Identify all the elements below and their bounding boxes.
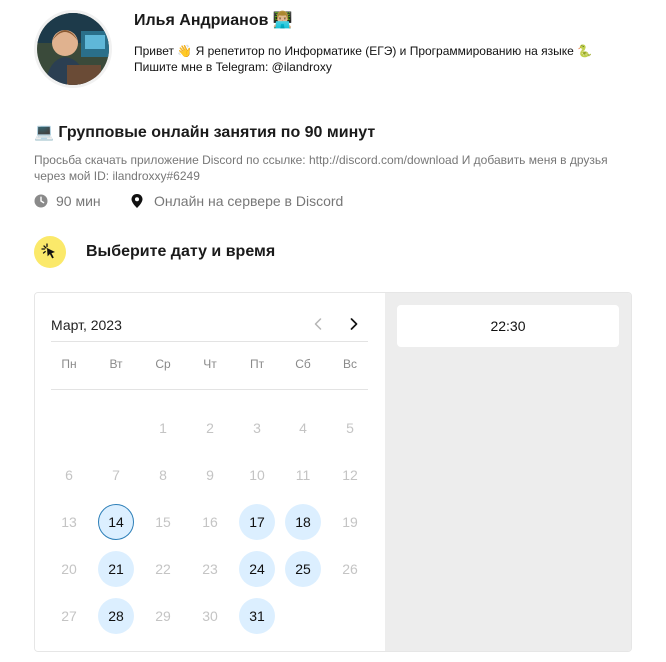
duration-text: 90 мин — [56, 193, 101, 209]
calendar-day-available[interactable]: 21 — [98, 551, 134, 587]
profile-bio: Привет 👋 Я репетитор по Информатике (ЕГЭ… — [134, 43, 592, 75]
calendar-day: 15 — [155, 514, 171, 530]
calendar-day-available[interactable]: 18 — [285, 504, 321, 540]
time-slots-panel: 22:30 — [385, 293, 631, 651]
calendar-day: 9 — [206, 467, 214, 483]
avatar — [34, 10, 112, 88]
calendar-day: 22 — [155, 561, 171, 577]
chevron-left-icon — [314, 318, 322, 330]
calendar-day-available[interactable]: 28 — [98, 598, 134, 634]
location-text: Онлайн на сервере в Discord — [154, 193, 344, 209]
calendar-day: 20 — [61, 561, 77, 577]
calendar: Март, 2023 Пн Вт Ср Чт Пт Сб Вс 1 2 3 4 5 6 7 8 9 10 11 12… — [35, 293, 386, 651]
event-description: Просьба скачать приложение Discord по сс… — [34, 153, 608, 183]
weekday-label: Пн — [61, 357, 77, 371]
location-pin-icon — [131, 194, 143, 208]
calendar-day: 23 — [202, 561, 218, 577]
calendar-day: 16 — [202, 514, 218, 530]
header-divider — [51, 341, 368, 342]
avatar-photo — [37, 13, 109, 85]
bio-line-2: Пишите мне в Telegram: @ilandroxy — [134, 60, 332, 74]
calendar-day: 5 — [346, 420, 354, 436]
picker-label: Выберите дату и время — [86, 243, 276, 260]
next-month-button[interactable] — [343, 313, 365, 335]
calendar-day: 1 — [159, 420, 167, 436]
time-slot-button[interactable]: 22:30 — [397, 305, 619, 347]
calendar-day: 13 — [61, 514, 77, 530]
profile-name: Илья Андрианов 👨🏼‍💻 — [134, 12, 293, 29]
calendar-day-available[interactable]: 31 — [239, 598, 275, 634]
calendar-day: 26 — [342, 561, 358, 577]
calendar-day: 12 — [342, 467, 358, 483]
calendar-day: 29 — [155, 608, 171, 624]
calendar-month-title: Март, 2023 — [51, 317, 122, 333]
event-location: Онлайн на сервере в Discord — [130, 193, 343, 209]
event-title: 💻 Групповые онлайн занятия по 90 минут — [34, 124, 376, 141]
calendar-day: 8 — [159, 467, 167, 483]
weekday-label: Вт — [109, 357, 123, 371]
calendar-day: 10 — [249, 467, 265, 483]
cursor-click-glyph — [41, 243, 55, 259]
cursor-click-icon — [34, 236, 66, 268]
weekday-label: Чт — [203, 357, 217, 371]
booking-panel: Март, 2023 Пн Вт Ср Чт Пт Сб Вс 1 2 3 4 5 6 7 8 9 10 11 12… — [34, 292, 632, 652]
calendar-day: 30 — [202, 608, 218, 624]
clock-icon — [34, 194, 48, 208]
calendar-day: 3 — [253, 420, 261, 436]
calendar-day: 7 — [112, 467, 120, 483]
calendar-day: 19 — [342, 514, 358, 530]
weekday-label: Сб — [295, 357, 311, 371]
calendar-day: 27 — [61, 608, 77, 624]
calendar-day-available[interactable]: 17 — [239, 504, 275, 540]
weekday-label: Пт — [249, 357, 265, 371]
weekday-label: Ср — [155, 357, 171, 371]
calendar-day-available[interactable]: 25 — [285, 551, 321, 587]
event-duration: 90 мин — [34, 193, 101, 209]
bio-line-1: Привет 👋 Я репетитор по Информатике (ЕГЭ… — [134, 44, 593, 58]
calendar-day: 11 — [295, 467, 311, 483]
calendar-day: 2 — [206, 420, 214, 436]
calendar-day-selected[interactable]: 14 — [98, 504, 134, 540]
chevron-right-icon — [350, 318, 358, 330]
weekday-divider — [51, 389, 368, 390]
prev-month-button[interactable] — [307, 313, 329, 335]
weekday-label: Вс — [342, 357, 357, 371]
calendar-day-available[interactable]: 24 — [239, 551, 275, 587]
calendar-day: 4 — [299, 420, 307, 436]
calendar-day: 6 — [65, 467, 73, 483]
